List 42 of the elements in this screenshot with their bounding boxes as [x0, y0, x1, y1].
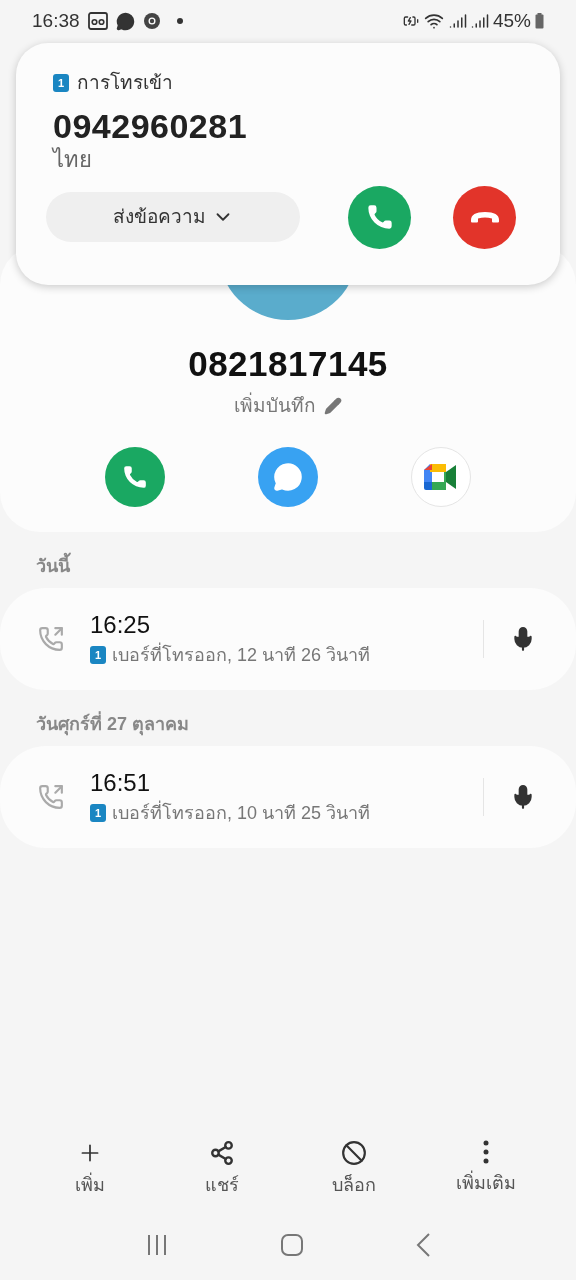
more-icon	[483, 1140, 489, 1164]
call-detail: เบอร์ที่โทรออก, 10 นาที 25 วินาที	[112, 799, 371, 825]
speech-bubble-icon	[273, 461, 303, 492]
incoming-call-label: การโทรเข้า	[77, 70, 173, 95]
sim-badge: 1	[53, 74, 69, 93]
pencil-icon	[324, 397, 342, 416]
phone-icon	[365, 203, 394, 231]
section-heading: วันศุกร์ที่ 27 ตุลาคม	[0, 712, 576, 736]
call-log-item[interactable]: 16:51 1 เบอร์ที่โทรออก, 10 นาที 25 วินาที	[0, 746, 576, 848]
battery-icon	[535, 13, 544, 29]
caller-location: ไทย	[53, 145, 93, 174]
call-time: 16:25	[90, 609, 152, 640]
sim-badge: 1	[90, 804, 106, 822]
call-detail: เบอร์ที่โทรออก, 12 นาที 26 วินาที	[112, 641, 371, 667]
add-note-button[interactable]: เพิ่มบันทึก	[234, 392, 342, 421]
signal-icon	[470, 12, 489, 30]
back-icon[interactable]	[414, 1232, 431, 1258]
call-time: 16:51	[90, 767, 152, 798]
battery-saver-icon	[402, 13, 419, 29]
call-log-item[interactable]: 16:25 1 เบอร์ที่โทรออก, 12 นาที 26 วินาที	[0, 588, 576, 690]
block-icon	[341, 1140, 367, 1166]
signal-icon	[448, 12, 467, 30]
clock: 16:38	[32, 8, 80, 33]
outgoing-call-icon	[38, 784, 64, 810]
toolbar-button[interactable]: บล็อก	[304, 1140, 404, 1199]
toolbar-button[interactable]: แชร์	[172, 1140, 272, 1199]
chat-icon	[115, 11, 135, 31]
share-icon	[209, 1140, 235, 1166]
hang-up-icon	[469, 211, 500, 223]
voicemail-icon	[87, 12, 108, 30]
toolbar-button[interactable]: เพิ่มเติม	[436, 1140, 536, 1197]
send-message-button[interactable]: ส่งข้อความ	[46, 192, 300, 242]
home-icon[interactable]	[280, 1233, 304, 1257]
section-heading: วันนี้	[0, 554, 576, 578]
phone-icon	[122, 463, 148, 490]
contact-number: 0821817145	[188, 344, 388, 384]
outgoing-call-icon	[38, 626, 64, 652]
wifi-icon	[422, 11, 445, 31]
battery-level: 45%	[492, 8, 531, 33]
caller-number: 0942960281	[53, 105, 249, 146]
sim-badge: 1	[90, 646, 106, 664]
toolbar-button[interactable]: เพิ่ม	[40, 1140, 140, 1199]
